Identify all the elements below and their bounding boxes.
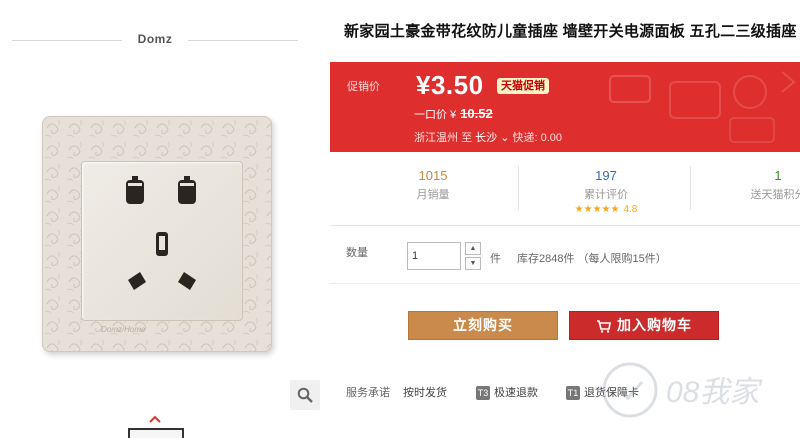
service-tag: T1 — [566, 386, 580, 401]
shipping-fee: 快递: 0.00 — [512, 132, 562, 144]
quantity-unit: 件 — [490, 253, 501, 265]
thumbnail-item[interactable] — [128, 428, 184, 438]
quantity-input[interactable] — [407, 242, 461, 270]
chevron-up-icon[interactable] — [148, 414, 162, 424]
cart-icon — [597, 319, 611, 333]
service-item[interactable]: T3 极速退款 — [476, 384, 538, 401]
original-price-value: 10.52 — [460, 106, 493, 121]
socket-plate: Domz Home — [42, 116, 272, 352]
site-watermark: 08我家 — [602, 362, 763, 418]
add-to-cart-label: 加入购物车 — [617, 317, 692, 333]
promo-price-label: 促销价 — [347, 81, 380, 93]
rating-score: 4.8 — [623, 204, 638, 215]
buy-now-label: 立刻购买 — [453, 317, 513, 333]
tmall-promo-badge: 天猫促销 — [497, 78, 549, 94]
brand-header: Domz — [12, 30, 298, 50]
quantity-decrease-button[interactable]: ▼ — [465, 257, 481, 270]
product-image[interactable]: Domz Home — [42, 116, 272, 356]
shipping-info: 浙江温州 至 长沙 ⌄ 快递: 0.00 — [414, 129, 562, 145]
monthly-sales: 1015 月销量 — [373, 168, 493, 202]
product-detail: 新家园土豪金带花纹防儿童插座 墙壁开关电源面板 五孔二三级插座 促销价 ¥3.5… — [330, 0, 800, 438]
star-icons: ★★★★★ — [574, 204, 620, 215]
service-promise-label: 服务承诺 — [346, 387, 390, 399]
stat-label: 月销量 — [416, 189, 450, 201]
ship-to-city: 长沙 — [475, 132, 498, 144]
review-stats[interactable]: 197 累计评价 ★★★★★ 4.8 — [546, 168, 666, 215]
promo-panel: 促销价 ¥3.50 天猫促销 — [330, 62, 800, 152]
ship-to-label: 至 — [461, 132, 473, 144]
service-text: 按时发货 — [403, 387, 447, 399]
points-stats: 1 送天猫积分 — [718, 168, 800, 202]
plate-brand-mark: Domz Home — [101, 325, 146, 334]
socket-face — [81, 161, 243, 321]
service-item[interactable]: 按时发货 — [403, 384, 447, 400]
stock-info: 库存2848件 （每人限购15件） — [517, 253, 667, 265]
quantity-label: 数量 — [346, 247, 368, 259]
sales-stats: 1015 月销量 197 累计评价 ★★★★★ 4.8 1 送天猫积分 — [330, 160, 800, 226]
service-text: 极速退款 — [494, 387, 538, 399]
socket-holes — [126, 176, 196, 290]
section-divider — [330, 283, 800, 284]
stat-divider — [518, 166, 519, 210]
stat-value: 197 — [595, 168, 617, 183]
watermark-text: 08我家 — [666, 376, 763, 409]
chevron-down-icon: ⌄ — [500, 132, 510, 144]
promo-price: ¥3.50 — [416, 70, 484, 100]
original-price-label: 一口价 ¥ — [414, 109, 457, 121]
product-gallery: Domz Domz Home — [0, 0, 330, 438]
stat-value: 1 — [774, 168, 782, 183]
ship-from: 浙江温州 — [414, 132, 458, 144]
stat-divider — [690, 166, 691, 210]
service-tag: T3 — [476, 386, 490, 401]
rating-stars: ★★★★★ 4.8 — [546, 204, 666, 215]
add-to-cart-button[interactable]: 加入购物车 — [569, 311, 719, 340]
decorative-pattern — [609, 71, 796, 143]
stat-label: 累计评价 — [584, 189, 628, 201]
magnifier-icon — [297, 387, 313, 403]
ship-to-select[interactable]: 长沙 ⌄ — [475, 132, 509, 144]
buy-now-button[interactable]: 立刻购买 — [408, 311, 558, 340]
stat-label: 送天猫积分 — [750, 189, 800, 201]
original-price: 一口价 ¥10.52 — [414, 106, 493, 122]
zoom-button[interactable] — [290, 380, 320, 410]
product-title: 新家园土豪金带花纹防儿童插座 墙壁开关电源面板 五孔二三级插座 — [344, 23, 797, 40]
quantity-increase-button[interactable]: ▲ — [465, 242, 481, 255]
divider-line — [188, 40, 298, 41]
brand-name: Domz — [137, 32, 173, 46]
stat-value: 1015 — [418, 168, 448, 183]
